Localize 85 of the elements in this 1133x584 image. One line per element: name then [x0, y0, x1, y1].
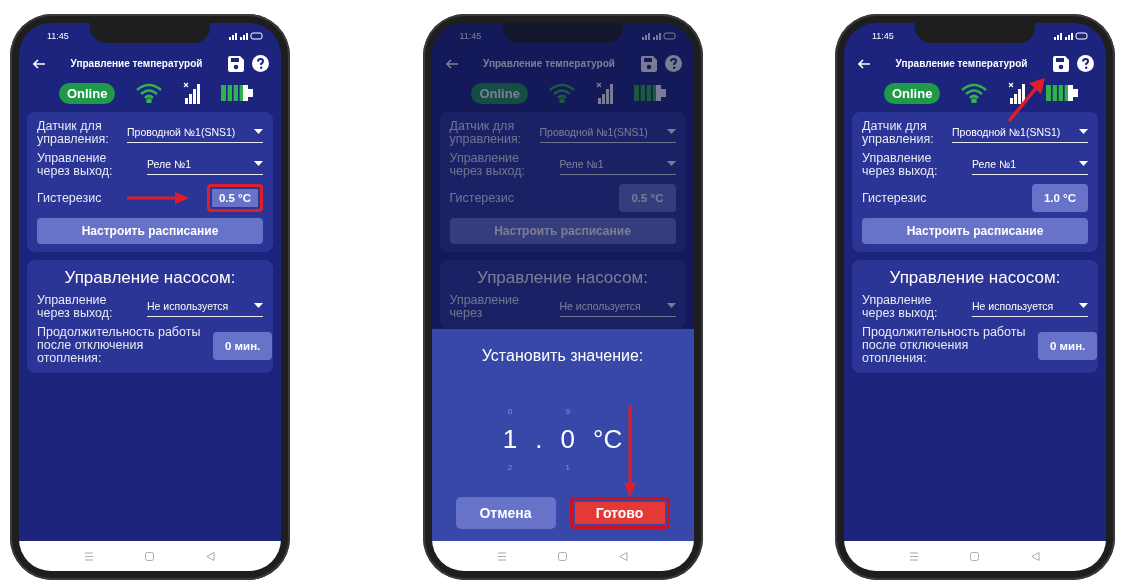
output-dropdown[interactable]: Реле №1 — [147, 155, 263, 175]
field-label: Управление через выход: — [862, 152, 939, 178]
screen-title: Управление температурой — [894, 58, 1029, 69]
field-label: Датчик для управления: — [862, 120, 935, 146]
hysteresis-value-button[interactable]: 0.5 °C — [619, 184, 676, 212]
caret-icon — [666, 303, 676, 308]
back-icon[interactable] — [206, 551, 215, 561]
decimal-separator: . — [535, 423, 543, 455]
caret-icon — [254, 129, 263, 134]
caret-icon — [1079, 161, 1088, 166]
output-dropdown[interactable]: Реле №1 — [559, 155, 676, 175]
caret-icon — [1079, 129, 1088, 134]
field-label: Гистерезис — [449, 191, 515, 205]
status-icons — [1054, 32, 1088, 40]
card-title: Управление насосом: — [888, 268, 1062, 288]
done-button[interactable]: Готово — [569, 497, 670, 529]
output-dropdown[interactable]: Не используется — [147, 297, 263, 317]
cancel-button[interactable]: Отмена — [455, 497, 556, 529]
output-dropdown[interactable]: Не используется — [972, 297, 1088, 317]
wifi-icon — [547, 83, 576, 103]
output-dropdown[interactable]: Реле №1 — [972, 155, 1088, 175]
caret-icon — [254, 161, 263, 166]
save-icon[interactable] — [1053, 55, 1069, 72]
signal-icon — [1008, 82, 1027, 104]
field-label: Управление через — [449, 294, 520, 320]
field-label: Продолжительность работы после отключения отопления: — [37, 326, 202, 365]
screen-title: Управление температурой — [69, 58, 204, 69]
schedule-button[interactable]: Настроить расписание — [449, 218, 676, 244]
field-label: Управление через выход: — [37, 294, 114, 320]
field-label: Датчик для управления: — [37, 120, 110, 146]
field-label: Управление через выход: — [37, 152, 114, 178]
battery-icon — [633, 85, 666, 101]
status-time: 11:45 — [459, 31, 482, 41]
dialog-title: Установить значение: — [481, 347, 644, 365]
battery-icon — [1046, 85, 1078, 101]
card-title: Управление насосом: — [63, 268, 237, 288]
field-label: Продолжительность работы после отключения отопления: — [862, 326, 1027, 365]
caret-icon — [1079, 303, 1088, 308]
save-icon[interactable] — [228, 55, 244, 72]
online-badge: Online — [883, 82, 941, 104]
home-icon[interactable] — [557, 551, 567, 561]
signal-icon — [595, 82, 614, 104]
field-label: Гистерезис — [37, 191, 103, 205]
help-icon[interactable] — [1077, 55, 1094, 72]
wifi-icon — [135, 83, 164, 103]
menu-icon[interactable] — [85, 551, 93, 561]
field-label: Управление через выход: — [449, 152, 526, 178]
caret-icon — [666, 129, 676, 134]
home-icon[interactable] — [145, 551, 154, 561]
screen-title: Управление температурой — [482, 58, 616, 69]
status-time: 11:45 — [872, 31, 894, 41]
status-icons — [229, 32, 263, 40]
online-badge: Online — [58, 82, 116, 104]
schedule-button[interactable]: Настроить расписание — [37, 218, 263, 244]
sensor-dropdown[interactable]: Проводной №1(SNS1) — [127, 123, 263, 143]
schedule-button[interactable]: Настроить расписание — [862, 218, 1088, 244]
hysteresis-value-button[interactable]: 1.0 °C — [1031, 184, 1088, 212]
duration-value-button[interactable]: 0 мин. — [1038, 331, 1098, 360]
status-icons — [641, 32, 676, 40]
help-icon[interactable] — [252, 55, 269, 72]
back-icon[interactable] — [1031, 551, 1040, 561]
back-arrow-icon[interactable] — [858, 58, 870, 69]
back-arrow-icon[interactable] — [33, 58, 45, 69]
caret-icon — [666, 161, 676, 166]
signal-icon — [183, 82, 202, 104]
online-badge: Online — [471, 82, 528, 104]
menu-icon[interactable] — [497, 551, 506, 561]
home-icon[interactable] — [970, 551, 979, 561]
field-label: Гистерезис — [862, 191, 928, 205]
sensor-dropdown[interactable]: Проводной №1(SNS1) — [952, 123, 1088, 143]
number-wheel[interactable]: 0 1 2 — [502, 406, 518, 472]
card-title: Управление насосом: — [476, 268, 649, 288]
field-label: Датчик для управления: — [449, 120, 523, 146]
hysteresis-value-button[interactable]: 0.5 °C — [206, 184, 263, 212]
menu-icon[interactable] — [910, 551, 918, 561]
sensor-dropdown[interactable]: Проводной №1(SNS1) — [539, 123, 676, 143]
unit-label: °C — [593, 423, 623, 455]
back-icon[interactable] — [618, 551, 628, 561]
duration-value-button[interactable]: 0 мин. — [213, 331, 273, 360]
field-label: Управление через выход: — [862, 294, 939, 320]
wifi-icon — [960, 83, 989, 103]
caret-icon — [254, 303, 263, 308]
status-time: 11:45 — [47, 31, 69, 41]
output-dropdown[interactable]: Не используется — [559, 297, 676, 317]
battery-icon — [221, 85, 253, 101]
